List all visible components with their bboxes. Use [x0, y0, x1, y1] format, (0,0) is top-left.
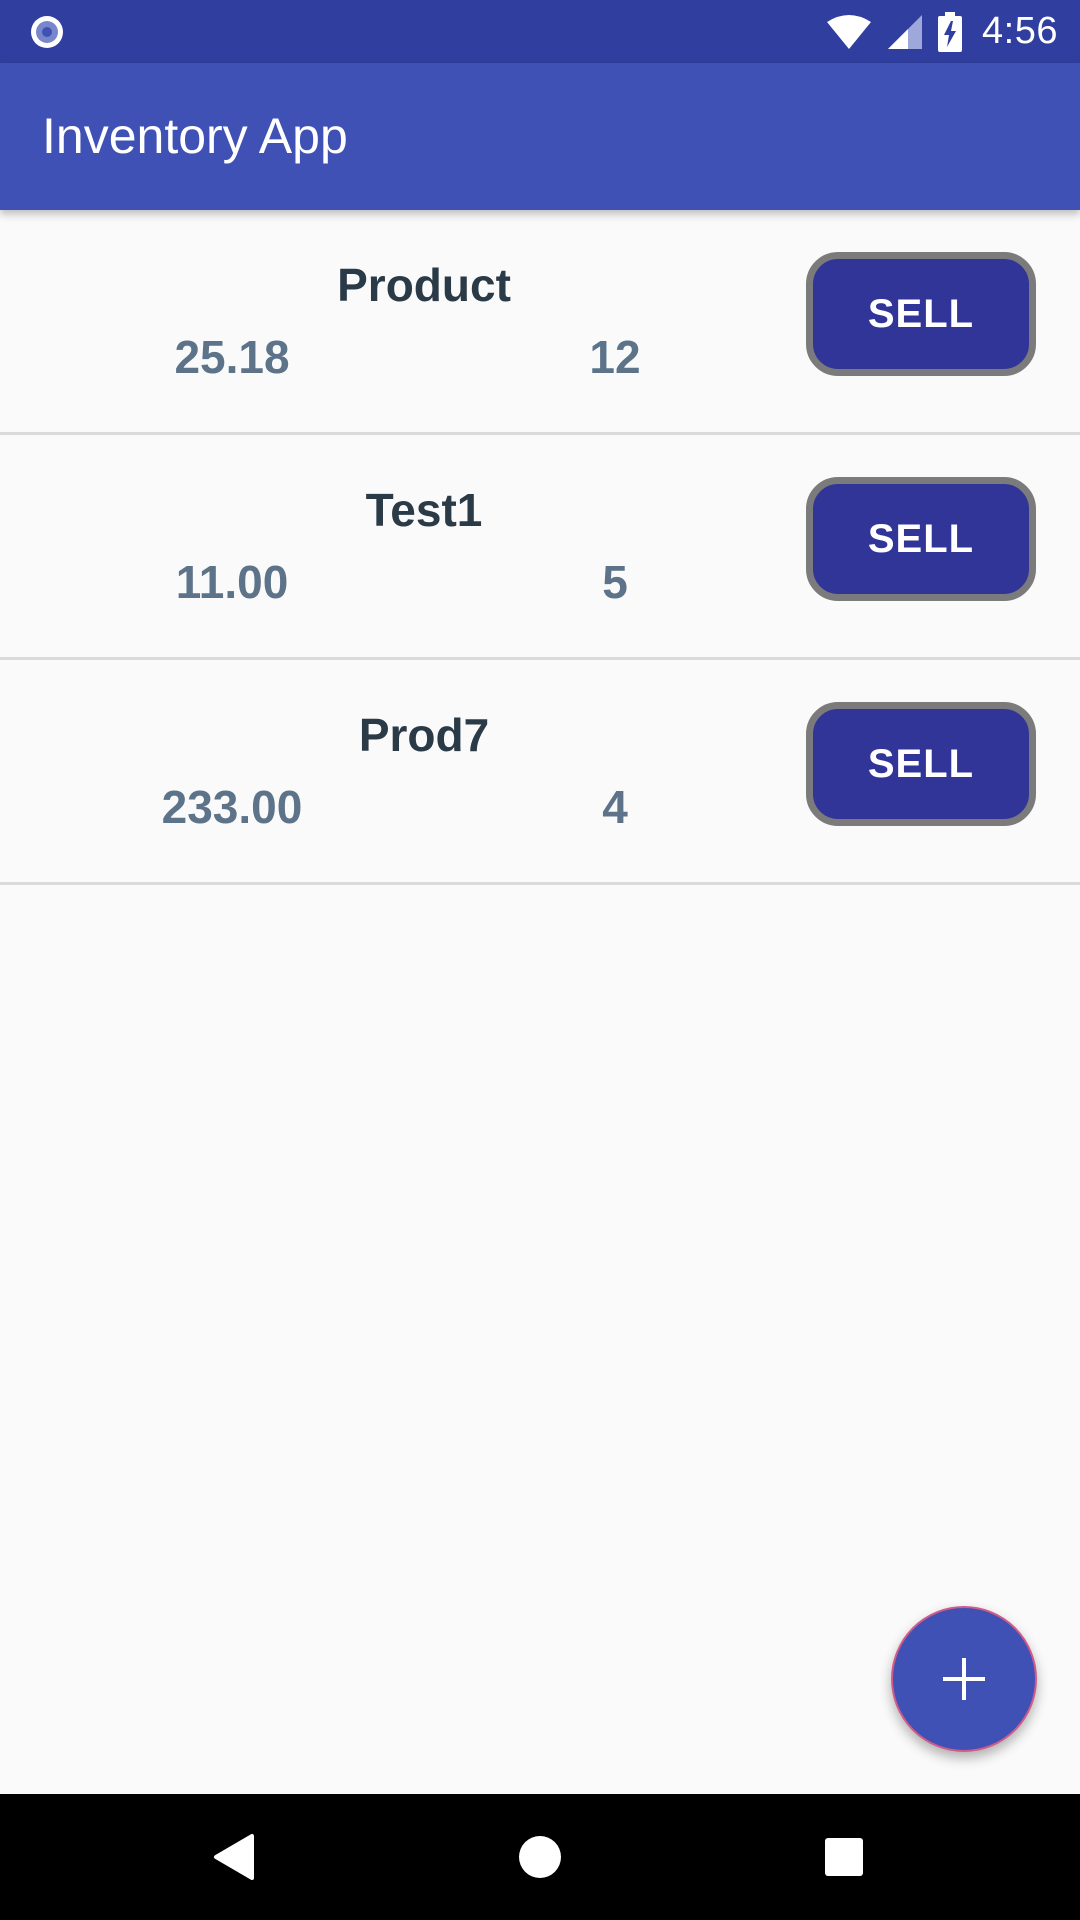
sell-button[interactable]: SELL — [806, 702, 1036, 826]
sell-button[interactable]: SELL — [806, 252, 1036, 376]
product-quantity: 12 — [589, 331, 641, 383]
product-quantity: 5 — [602, 556, 628, 608]
recents-button[interactable] — [764, 1794, 924, 1920]
back-icon — [214, 1834, 254, 1880]
signal-icon — [888, 14, 923, 49]
product-row[interactable]: Product 25.18 12 SELL — [0, 210, 1080, 435]
app-bar: Inventory App — [0, 63, 1080, 210]
product-name: Product — [337, 259, 511, 311]
product-price: 11.00 — [175, 556, 289, 608]
back-button[interactable] — [155, 1794, 315, 1920]
plus-icon — [943, 1658, 985, 1700]
navigation-bar — [0, 1794, 1080, 1920]
wifi-icon — [827, 14, 872, 49]
product-quantity: 4 — [602, 781, 628, 833]
product-price: 233.00 — [161, 781, 303, 833]
product-name: Prod7 — [358, 709, 490, 761]
product-name: Test1 — [365, 484, 483, 536]
add-product-button[interactable] — [891, 1606, 1037, 1752]
status-icons: 4:56 — [826, 0, 1058, 63]
screen: 4:56 Inventory App Product 25.18 12 SELL… — [0, 0, 1080, 1920]
battery-charging-icon — [938, 11, 963, 52]
home-icon — [519, 1836, 561, 1878]
home-button[interactable] — [460, 1794, 620, 1920]
product-price: 25.18 — [174, 331, 290, 383]
product-row[interactable]: Test1 11.00 5 SELL — [0, 435, 1080, 660]
product-row[interactable]: Prod7 233.00 4 SELL — [0, 660, 1080, 885]
status-bar: 4:56 — [0, 0, 1080, 63]
app-title: Inventory App — [42, 108, 348, 164]
notification-dot-icon — [31, 16, 63, 48]
recents-icon — [825, 1838, 863, 1876]
sell-button[interactable]: SELL — [806, 477, 1036, 601]
product-list: Product 25.18 12 SELL Test1 11.00 5 SELL… — [0, 210, 1080, 885]
status-time: 4:56 — [982, 10, 1058, 52]
